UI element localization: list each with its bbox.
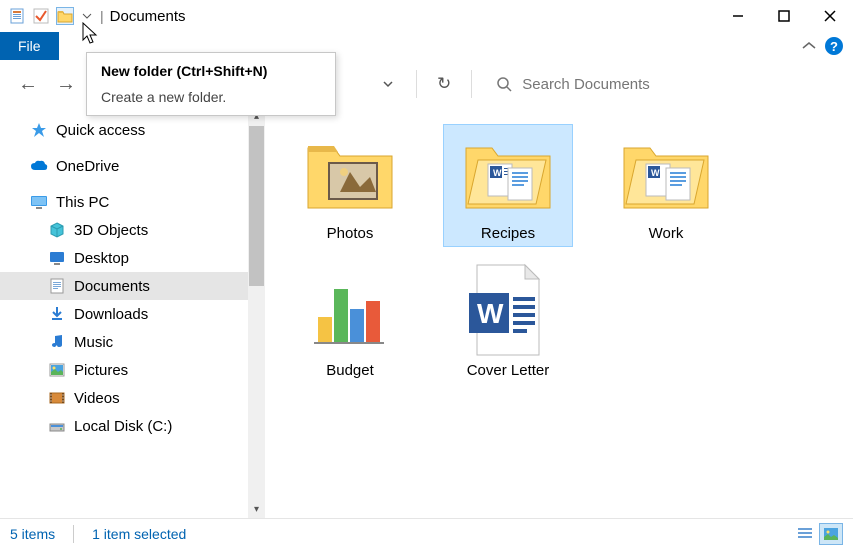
nav-pictures[interactable]: Pictures [0, 356, 248, 384]
qat-dropdown-icon[interactable] [80, 11, 94, 21]
collapse-ribbon-icon[interactable] [801, 40, 817, 52]
svg-text:W: W [477, 298, 504, 329]
tooltip-description: Create a new folder. [101, 89, 321, 105]
body-area: Quick access OneDrive This PC 3D Objects… [0, 108, 853, 518]
nav-label: Documents [74, 278, 150, 295]
nav-desktop[interactable]: Desktop [0, 244, 248, 272]
minimize-button[interactable] [715, 0, 761, 32]
nav-downloads[interactable]: Downloads [0, 300, 248, 328]
file-tab-label: File [18, 38, 41, 54]
window-title: Documents [110, 8, 186, 25]
music-icon [48, 333, 66, 351]
svg-text:W: W [493, 168, 502, 178]
status-item-count: 5 items [10, 526, 55, 542]
thumbnails-view-button[interactable] [819, 523, 843, 545]
item-label: Work [649, 225, 684, 242]
word-document-icon: W [458, 266, 558, 356]
folder-open-icon: W [616, 129, 716, 219]
help-icon[interactable]: ? [825, 37, 843, 55]
nav-quick-access[interactable]: Quick access [0, 116, 248, 144]
nav-this-pc[interactable]: This PC [0, 188, 248, 216]
videos-icon [48, 389, 66, 407]
checkmark-qat-icon[interactable] [32, 7, 50, 25]
title-bar: | Documents [0, 0, 853, 32]
item-label: Budget [326, 362, 374, 379]
nav-local-disk[interactable]: Local Disk (C:) [0, 412, 248, 440]
address-dropdown-icon[interactable] [370, 78, 406, 90]
search-box[interactable]: Search Documents [482, 76, 845, 93]
item-recipes[interactable]: W Recipes [443, 124, 573, 247]
cloud-icon [30, 157, 48, 175]
nav-label: Quick access [56, 122, 145, 139]
nav-label: OneDrive [56, 158, 119, 175]
scroll-down-icon[interactable]: ▾ [248, 501, 265, 518]
forward-button[interactable]: → [52, 69, 80, 100]
new-folder-qat-icon[interactable] [56, 7, 74, 25]
star-icon [30, 121, 48, 139]
item-work[interactable]: W Work [601, 124, 731, 247]
drive-icon [48, 417, 66, 435]
nav-onedrive[interactable]: OneDrive [0, 152, 248, 180]
window-controls [715, 0, 853, 32]
back-button[interactable]: ← [14, 69, 42, 100]
nav-label: Pictures [74, 362, 128, 379]
separator [416, 70, 417, 98]
scroll-thumb[interactable] [249, 126, 264, 286]
svg-text:W: W [651, 168, 660, 178]
chart-icon [300, 266, 400, 356]
title-separator: | [100, 8, 104, 24]
folder-open-icon: W [458, 129, 558, 219]
item-label: Cover Letter [467, 362, 550, 379]
item-cover-letter[interactable]: W Cover Letter [443, 261, 573, 384]
download-icon [48, 305, 66, 323]
desktop-icon [48, 249, 66, 267]
item-photos[interactable]: Photos [285, 124, 415, 247]
item-label: Photos [327, 225, 374, 242]
nav-videos[interactable]: Videos [0, 384, 248, 412]
search-placeholder: Search Documents [522, 76, 650, 93]
folder-thumbnail-icon [300, 129, 400, 219]
item-label: Recipes [481, 225, 535, 242]
nav-label: Desktop [74, 250, 129, 267]
close-button[interactable] [807, 0, 853, 32]
separator [471, 70, 472, 98]
tooltip-new-folder: New folder (Ctrl+Shift+N) Create a new f… [86, 52, 336, 116]
nav-scrollbar[interactable]: ▴ ▾ [248, 108, 265, 518]
monitor-icon [30, 193, 48, 211]
details-view-button[interactable] [793, 523, 817, 545]
nav-label: 3D Objects [74, 222, 148, 239]
status-bar: 5 items 1 item selected [0, 518, 853, 548]
pictures-icon [48, 361, 66, 379]
nav-label: Downloads [74, 306, 148, 323]
maximize-button[interactable] [761, 0, 807, 32]
search-icon [496, 76, 512, 92]
refresh-button[interactable]: ↻ [427, 74, 461, 94]
nav-music[interactable]: Music [0, 328, 248, 356]
status-selection: 1 item selected [92, 526, 186, 542]
content-pane[interactable]: Photos W Recipes W Work [265, 108, 853, 518]
item-budget[interactable]: Budget [285, 261, 415, 384]
nav-label: Videos [74, 390, 120, 407]
document-icon [48, 277, 66, 295]
navigation-pane: Quick access OneDrive This PC 3D Objects… [0, 108, 248, 518]
nav-label: Local Disk (C:) [74, 418, 172, 435]
separator [73, 525, 74, 543]
file-tab[interactable]: File [0, 32, 59, 60]
nav-documents[interactable]: Documents [0, 272, 248, 300]
nav-label: This PC [56, 194, 109, 211]
nav-label: Music [74, 334, 113, 351]
tooltip-title: New folder (Ctrl+Shift+N) [101, 63, 321, 79]
nav-3d-objects[interactable]: 3D Objects [0, 216, 248, 244]
properties-qat-icon[interactable] [8, 7, 26, 25]
cube-icon [48, 221, 66, 239]
